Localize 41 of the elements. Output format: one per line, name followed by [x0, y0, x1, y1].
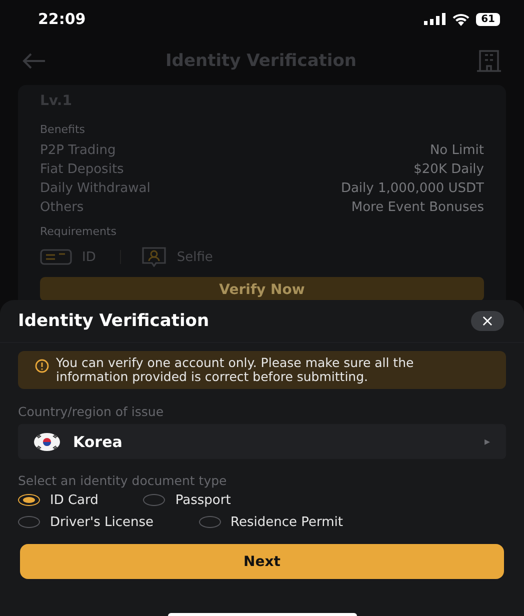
benefit-value: Daily 1,000,000 USDT [340, 180, 484, 198]
benefit-value: More Event Bonuses [351, 199, 484, 217]
option-label: Passport [175, 492, 231, 508]
battery-icon: 61 [476, 12, 500, 26]
field-label: Select an identity document type [18, 473, 228, 488]
section-label: Benefits [40, 123, 86, 136]
document-option[interactable]: Residence Permit [198, 513, 343, 531]
person-icon [140, 247, 167, 267]
document-option[interactable]: Passport [143, 491, 231, 509]
field-label: Country/region of issue [18, 404, 165, 419]
next-button[interactable]: Next [20, 544, 504, 579]
verify-now-button[interactable]: Verify Now [40, 277, 484, 301]
info-icon [35, 359, 49, 373]
benefit-value: $20K Daily [414, 161, 484, 179]
status-time: 22:09 [38, 10, 86, 28]
section-label: Requirements [40, 225, 118, 238]
option-label: ID Card [50, 492, 98, 508]
option-label: Residence Permit [230, 514, 343, 530]
document-option[interactable]: Driver's License [18, 513, 154, 531]
id-card-icon [40, 249, 72, 265]
benefit-value: No Limit [430, 142, 484, 160]
building-icon[interactable] [476, 50, 502, 72]
flag-icon [34, 432, 60, 450]
benefit-name: Others [40, 199, 84, 217]
radio-button[interactable] [198, 516, 220, 528]
wifi-icon [452, 12, 470, 26]
chevron-icon: ▸ [484, 435, 490, 448]
option-label: Driver's License [50, 514, 154, 530]
benefit-name: Daily Withdrawal [40, 180, 150, 198]
close-button[interactable]: × [471, 311, 504, 331]
document-option[interactable]: ID Card [18, 491, 98, 509]
back-arrow-icon[interactable] [22, 52, 46, 68]
radio-button[interactable] [18, 494, 40, 506]
country-select[interactable]: Korea ▸ [18, 424, 506, 459]
signal-icon [424, 13, 446, 25]
notice-text: You can verify one account only. Please make sure all the information provided is correct before submitting. [56, 356, 415, 384]
radio-button[interactable] [18, 516, 40, 528]
benefit-name: P2P Trading [40, 142, 116, 160]
benefit-name: Fiat Deposits [40, 161, 124, 179]
radio-button[interactable] [143, 494, 166, 506]
sheet-title: Identity Verification [18, 311, 210, 331]
